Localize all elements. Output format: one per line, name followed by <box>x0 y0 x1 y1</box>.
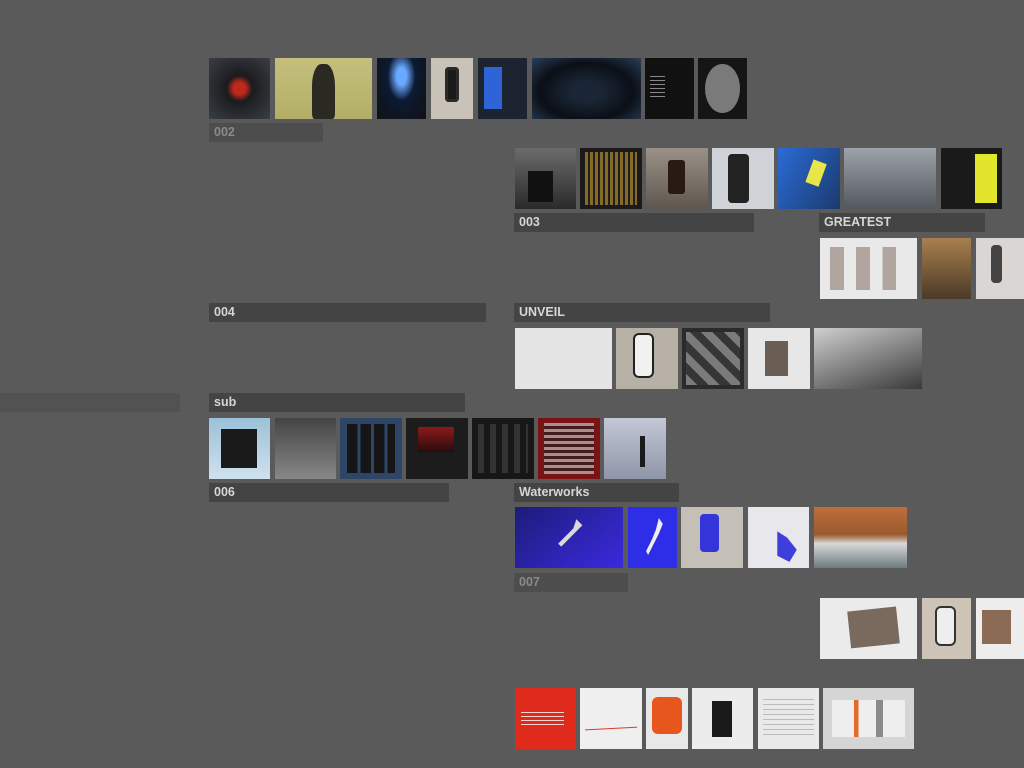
project-thumbnail[interactable] <box>209 418 270 479</box>
project-thumbnail[interactable] <box>532 58 641 119</box>
project-thumbnail[interactable] <box>823 688 914 749</box>
project-thumbnail[interactable] <box>758 688 819 749</box>
project-label-greatest[interactable]: GREATEST <box>819 213 985 232</box>
project-thumbnail[interactable] <box>406 418 468 479</box>
project-thumbnail[interactable] <box>515 328 612 389</box>
offscreen-label-bar[interactable] <box>0 393 180 412</box>
project-thumbnail[interactable] <box>814 328 922 389</box>
project-thumbnail[interactable] <box>820 598 917 659</box>
project-thumbnail[interactable] <box>377 58 426 119</box>
project-thumbnail[interactable] <box>692 688 753 749</box>
project-thumbnail[interactable] <box>538 418 600 479</box>
project-thumbnail[interactable] <box>698 58 747 119</box>
project-thumbnail[interactable] <box>340 418 402 479</box>
project-thumbnail[interactable] <box>209 58 270 119</box>
project-label-007[interactable]: 007 <box>514 573 628 592</box>
project-thumbnail[interactable] <box>604 418 666 479</box>
project-label-004[interactable]: 004 <box>209 303 486 322</box>
project-thumbnail[interactable] <box>941 148 1002 209</box>
project-thumbnail[interactable] <box>682 328 744 389</box>
project-thumbnail[interactable] <box>922 598 971 659</box>
project-label-unveil[interactable]: UNVEIL <box>514 303 770 322</box>
project-label-sub[interactable]: sub <box>209 393 465 412</box>
project-thumbnail[interactable] <box>275 58 372 119</box>
project-thumbnail[interactable] <box>712 148 774 209</box>
project-canvas[interactable]: 002 003 GREATEST 004 UNVEIL sub 006 Wate… <box>0 0 1024 768</box>
project-label-002[interactable]: 002 <box>209 123 323 142</box>
project-thumbnail[interactable] <box>275 418 336 479</box>
project-label-waterworks[interactable]: Waterworks <box>514 483 679 502</box>
project-thumbnail[interactable] <box>976 238 1024 299</box>
project-thumbnail[interactable] <box>478 58 527 119</box>
project-label-003[interactable]: 003 <box>514 213 754 232</box>
project-thumbnail[interactable] <box>844 148 936 209</box>
project-thumbnail[interactable] <box>431 58 473 119</box>
project-label-faded[interactable] <box>514 123 634 142</box>
project-thumbnail[interactable] <box>580 148 642 209</box>
project-thumbnail[interactable] <box>976 598 1024 659</box>
project-thumbnail[interactable] <box>580 688 642 749</box>
project-thumbnail[interactable] <box>681 507 743 568</box>
project-thumbnail[interactable] <box>646 688 688 749</box>
project-thumbnail[interactable] <box>646 148 708 209</box>
project-label-006[interactable]: 006 <box>209 483 449 502</box>
project-thumbnail[interactable] <box>748 507 809 568</box>
project-thumbnail[interactable] <box>922 238 971 299</box>
project-thumbnail[interactable] <box>748 328 810 389</box>
project-thumbnail[interactable] <box>515 507 623 568</box>
project-thumbnail[interactable] <box>616 328 678 389</box>
project-thumbnail[interactable] <box>472 418 534 479</box>
project-thumbnail[interactable] <box>814 507 907 568</box>
project-thumbnail[interactable] <box>515 688 576 749</box>
project-thumbnail[interactable] <box>515 148 576 209</box>
project-thumbnail[interactable] <box>778 148 840 209</box>
project-thumbnail[interactable] <box>645 58 694 119</box>
project-thumbnail[interactable] <box>820 238 917 299</box>
project-thumbnail[interactable] <box>628 507 677 568</box>
